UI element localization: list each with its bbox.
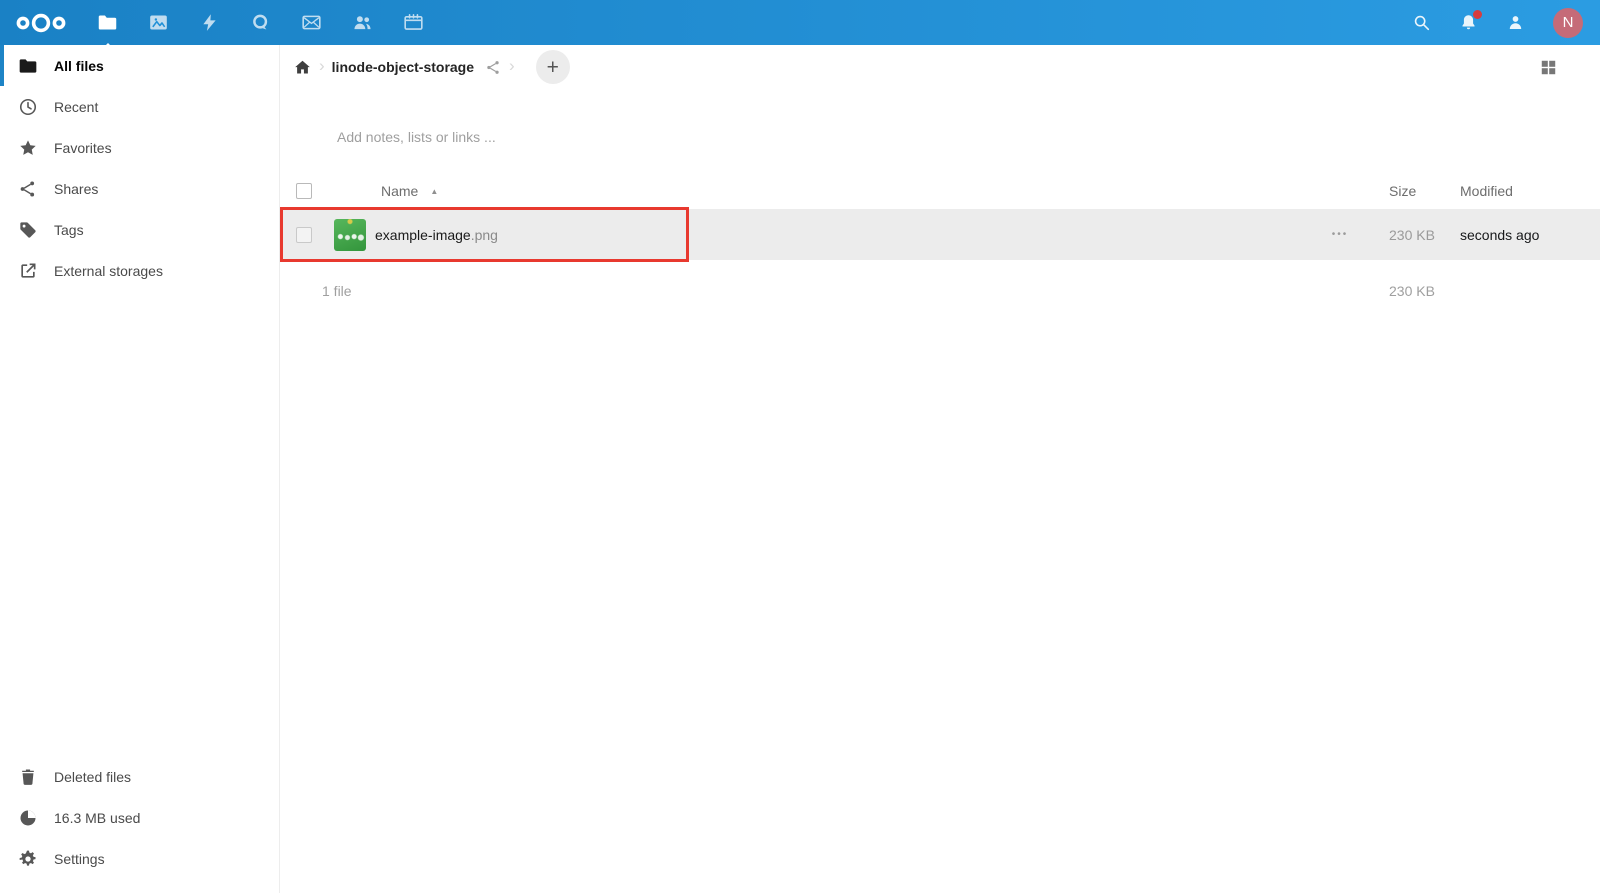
sidebar-item-label: Settings xyxy=(54,851,105,867)
lightning-bolt-icon xyxy=(199,12,220,33)
search-icon[interactable] xyxy=(1412,13,1431,32)
name-column-header: Name ▲ xyxy=(334,183,1315,199)
calendar-icon xyxy=(403,12,424,33)
file-extension: .png xyxy=(471,227,498,243)
sidebar-item-tags[interactable]: Tags xyxy=(0,209,279,250)
sidebar-item-all-files[interactable]: All files xyxy=(0,45,279,86)
file-name-cell: example-image.png xyxy=(334,219,1315,251)
plus-icon: + xyxy=(547,57,559,78)
sidebar-item-external-storages[interactable]: External storages xyxy=(0,250,279,291)
trash-icon xyxy=(18,767,38,787)
avatar-initial: N xyxy=(1563,14,1574,31)
active-app-indicator xyxy=(99,43,117,52)
app-activity[interactable] xyxy=(199,12,220,33)
user-avatar[interactable]: N xyxy=(1553,8,1583,38)
two-people-icon xyxy=(352,12,373,33)
contacts-menu-button[interactable] xyxy=(1506,13,1525,32)
sidebar-item-label: Shares xyxy=(54,181,98,197)
file-name-base: example-image xyxy=(375,227,471,243)
app-calendar[interactable] xyxy=(403,12,424,33)
app-files[interactable] xyxy=(97,12,118,33)
files-content: › linode-object-storage › + Add notes, l… xyxy=(280,45,1600,893)
quota-pie-icon xyxy=(18,808,38,828)
sidebar-item-label: External storages xyxy=(54,263,163,279)
app-talk[interactable] xyxy=(250,12,271,33)
file-thumbnail xyxy=(334,219,366,251)
sidebar-item-label: Deleted files xyxy=(54,769,131,785)
row-actions-menu[interactable]: ••• xyxy=(1315,229,1365,240)
home-icon[interactable] xyxy=(293,58,312,77)
nextcloud-logo-icon xyxy=(14,10,68,36)
summary-file-count: 1 file xyxy=(322,283,352,299)
file-list-header: Name ▲ Size Modified xyxy=(280,173,1600,209)
folder-icon xyxy=(18,56,38,76)
sidebar-item-label: Favorites xyxy=(54,140,112,156)
new-file-button[interactable]: + xyxy=(536,50,570,84)
app-contacts[interactable] xyxy=(352,12,373,33)
summary-total-size: 230 KB xyxy=(1365,283,1460,299)
grid-view-toggle[interactable] xyxy=(1540,59,1557,76)
app-mail[interactable] xyxy=(301,12,322,33)
ellipsis-icon: ••• xyxy=(1332,229,1349,240)
file-modified: seconds ago xyxy=(1460,227,1600,243)
sidebar-item-favorites[interactable]: Favorites xyxy=(0,127,279,168)
notifications-button[interactable] xyxy=(1459,13,1478,32)
breadcrumb-folder[interactable]: linode-object-storage xyxy=(332,59,474,75)
row-select-cell xyxy=(280,227,334,243)
sidebar-item-label: Tags xyxy=(54,222,84,238)
folder-icon xyxy=(97,12,118,33)
grid-icon xyxy=(1540,59,1557,76)
size-column-label[interactable]: Size xyxy=(1389,183,1416,199)
breadcrumb: › linode-object-storage › + xyxy=(280,45,1600,89)
name-column-label[interactable]: Name xyxy=(381,183,418,199)
chevron-right-icon: › xyxy=(319,56,325,76)
file-list-summary: 1 file 230 KB xyxy=(280,266,1600,316)
share-folder-icon[interactable] xyxy=(485,59,502,76)
sort-ascending-icon: ▲ xyxy=(430,187,438,196)
tag-icon xyxy=(18,220,38,240)
modified-column-header: Modified xyxy=(1460,183,1600,199)
magnifier-icon xyxy=(1412,13,1431,32)
clock-icon xyxy=(18,97,38,117)
notification-badge xyxy=(1473,10,1482,19)
photos-icon xyxy=(148,12,169,33)
sidebar-item-recent[interactable]: Recent xyxy=(0,86,279,127)
file-list: Name ▲ Size Modified xyxy=(280,173,1600,316)
row-checkbox[interactable] xyxy=(296,227,312,243)
app-menu xyxy=(97,12,424,33)
sidebar-item-quota[interactable]: 16.3 MB used xyxy=(0,797,279,838)
file-size: 230 KB xyxy=(1365,227,1460,243)
workspace-notes-placeholder[interactable]: Add notes, lists or links ... xyxy=(337,129,1600,145)
star-icon xyxy=(18,138,38,158)
app-photos[interactable] xyxy=(148,12,169,33)
sidebar-item-label: All files xyxy=(54,58,104,74)
select-all-cell xyxy=(280,183,334,199)
select-all-checkbox[interactable] xyxy=(296,183,312,199)
external-storage-icon xyxy=(18,261,38,281)
file-name: example-image.png xyxy=(375,227,498,243)
talk-icon xyxy=(250,12,271,33)
envelope-icon xyxy=(301,12,322,33)
sidebar-item-deleted-files[interactable]: Deleted files xyxy=(0,756,279,797)
main-layout: All files Recent Favorites Shares Tags xyxy=(0,45,1600,893)
sidebar: All files Recent Favorites Shares Tags xyxy=(0,45,280,893)
nextcloud-logo[interactable] xyxy=(14,10,68,36)
sidebar-item-shares[interactable]: Shares xyxy=(0,168,279,209)
person-icon xyxy=(1506,13,1525,32)
size-column-header: Size xyxy=(1365,183,1460,199)
file-row-example-image[interactable]: example-image.png ••• 230 KB seconds ago xyxy=(280,209,1600,260)
chevron-right-icon: › xyxy=(509,56,515,76)
topbar-right: N xyxy=(1412,8,1583,38)
share-icon xyxy=(18,179,38,199)
modified-column-label[interactable]: Modified xyxy=(1460,183,1513,199)
sidebar-footer: Deleted files 16.3 MB used Settings xyxy=(0,756,279,893)
topbar: N xyxy=(0,0,1600,45)
quota-label: 16.3 MB used xyxy=(54,810,140,826)
sidebar-item-settings[interactable]: Settings xyxy=(0,838,279,879)
gear-icon xyxy=(18,849,38,869)
sidebar-item-label: Recent xyxy=(54,99,98,115)
